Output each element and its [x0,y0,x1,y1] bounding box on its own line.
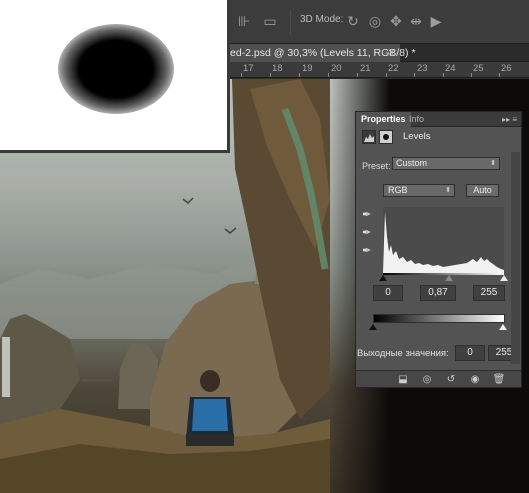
3d-mode-label: 3D Mode: [300,14,344,25]
clip-to-layer-icon[interactable]: ⬓ [396,373,410,386]
visibility-eye-icon[interactable]: ◉ [468,373,482,386]
histogram [383,207,504,273]
dropdown-arrow-icon: ⬍ [490,160,496,167]
ruler-number: 19 [302,63,313,74]
align-icon[interactable]: ⊪ [236,13,252,29]
black-eyedropper-icon[interactable]: ✒ [362,209,374,221]
input-black-slider[interactable] [379,275,387,281]
rotate-3d-icon[interactable]: ↻ [345,13,361,29]
input-white-field[interactable]: 255 [473,285,505,301]
pan-3d-icon[interactable]: ✥ [388,13,404,29]
ruler-number: 20 [331,63,342,74]
bird-icon [224,227,237,234]
input-white-slider[interactable] [500,275,508,281]
arch [82,379,112,382]
histogram-graph [383,212,504,273]
ruler-number: 24 [445,63,456,74]
ruler-number: 25 [473,63,484,74]
mask-ellipse [58,24,174,114]
preset-dropdown[interactable]: Custom ⬍ [392,157,500,170]
panel-footer: ⬓ ◎ ↺ ◉ 🗑 [356,370,521,387]
close-tab-icon[interactable]: × [388,44,394,62]
channel-value: RGB [388,185,408,195]
output-white-slider[interactable] [499,324,507,330]
separator [290,10,291,34]
view-previous-state-icon[interactable]: ◎ [420,373,434,386]
waterfall [2,337,10,397]
ruler-tick [443,73,444,77]
output-black-slider[interactable] [369,324,377,330]
ruler-number: 23 [417,63,428,74]
gray-eyedropper-icon[interactable]: ✒ [362,227,374,239]
input-gamma-slider[interactable] [445,275,453,281]
tab-properties[interactable]: Properties [356,112,411,127]
slide-3d-icon[interactable]: ⇹ [408,13,424,29]
ruler-number: 17 [243,63,254,74]
ruler-tick [414,73,415,77]
mask-preview-thumbnail [0,0,230,153]
tab-info[interactable]: Info [404,112,429,127]
roll-3d-icon[interactable]: ◎ [367,13,383,29]
levels-adjustment-icon[interactable] [362,130,376,144]
ruler-tick [328,73,329,77]
ruler-tick [471,73,472,77]
ruler-tick [299,73,300,77]
output-levels-label: Выходные значения: [357,348,449,359]
ruler-tick [499,73,500,77]
delete-trash-icon[interactable]: 🗑 [492,373,506,386]
mask-icon[interactable] [379,130,393,144]
input-black-field[interactable]: 0 [373,285,403,301]
preset-label: Preset: [362,161,391,171]
properties-panel: Properties Info ▸▸ ≡ Levels Preset: Cust… [355,111,522,388]
output-levels-gradient [373,314,505,323]
preset-value: Custom [396,158,428,168]
ruler-tick [241,73,242,77]
auto-button[interactable]: Auto [466,184,499,197]
ruler-number: 18 [272,63,283,74]
ruler-tick [386,73,387,77]
distribute-icon[interactable]: ▭ [262,13,278,29]
channel-dropdown[interactable]: RGB ⬍ [383,184,455,197]
ruler-number: 26 [501,63,512,74]
panel-menu-icon[interactable]: ▸▸ ≡ [502,112,517,127]
bird-icon [182,197,194,205]
scale-3d-icon[interactable]: ▶ [428,13,444,29]
output-black-field[interactable]: 0 [455,345,485,361]
ruler-tick [270,73,271,77]
input-gamma-field[interactable]: 0,87 [420,285,456,301]
ruler-tick [357,73,358,77]
dropdown-arrow-icon: ⬍ [445,187,451,194]
ruler-number: 21 [360,63,371,74]
input-levels-track [383,273,504,275]
adjustment-title: Levels [403,131,431,142]
white-eyedropper-icon[interactable]: ✒ [362,245,374,257]
reset-icon[interactable]: ↺ [444,373,458,386]
ruler-number: 22 [388,63,399,74]
document-tab[interactable]: ed-2.psd @ 30,3% (Levels 11, RGB/8) * [200,44,416,62]
panel-tab-bar: Properties Info ▸▸ ≡ [356,112,521,127]
panel-scrollbar[interactable] [511,152,520,364]
